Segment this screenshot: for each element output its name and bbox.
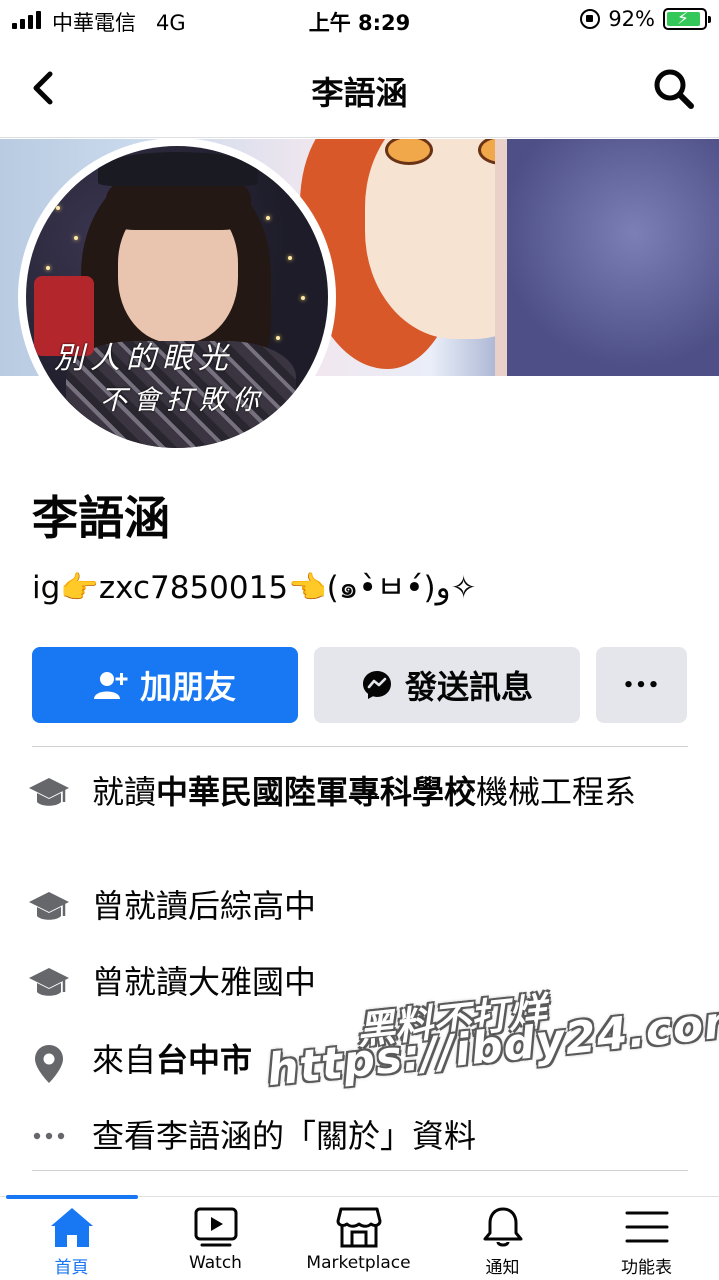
- active-tab-indicator: [6, 1195, 138, 1199]
- avatar-caption: 別人的眼光 不會打敗你: [54, 338, 265, 422]
- location-pin-icon: [28, 1038, 78, 1088]
- cover-panel-divider: [495, 139, 507, 376]
- avatar-light-dot: [276, 336, 280, 340]
- avatar-light-dot: [56, 206, 60, 210]
- tab-menu-label: 功能表: [621, 1258, 672, 1278]
- top-nav-bar: 李語涵: [0, 40, 719, 138]
- more-options-button[interactable]: •••: [596, 647, 687, 723]
- bottom-tab-bar: 首頁 Watch Marketplace 通知 功能表: [0, 1195, 719, 1280]
- add-friend-label: 加朋友: [139, 668, 236, 706]
- search-button[interactable]: [651, 66, 697, 112]
- about-link-text[interactable]: 查看李語涵的「關於」資料: [92, 1114, 476, 1158]
- tab-notifications-label: 通知: [485, 1258, 520, 1278]
- hometown-prefix: 來自: [92, 1041, 157, 1079]
- avatar-light-dot: [266, 216, 270, 220]
- tab-home[interactable]: 首頁: [0, 1205, 143, 1280]
- education-prefix: 就讀: [92, 773, 157, 811]
- charging-icon: ⚡: [677, 9, 689, 29]
- add-friend-icon: [93, 672, 128, 699]
- send-message-label: 發送訊息: [404, 668, 533, 706]
- avatar-cap: [98, 152, 258, 186]
- tab-marketplace[interactable]: Marketplace: [287, 1205, 430, 1280]
- battery-icon: ⚡: [663, 8, 711, 30]
- avatar-caption-line1: 別人的眼光: [54, 341, 234, 376]
- battery-area: 92% ⚡: [580, 7, 711, 31]
- graduation-cap-icon: [28, 960, 78, 1004]
- rotation-lock-icon: [580, 9, 601, 29]
- about-link-row[interactable]: 查看李語涵的「關於」資料: [28, 1114, 698, 1158]
- info-row-past-school-2: 曾就讀大雅國中: [28, 960, 698, 1004]
- more-dots-icon: [28, 1114, 78, 1158]
- status-bar: 中華電信 4G 上午 8:29 92% ⚡: [0, 0, 719, 40]
- tab-notifications[interactable]: 通知: [431, 1205, 574, 1280]
- avatar-light-dot: [46, 266, 50, 270]
- profile-bio: ig👉zxc7850015👈(๑•̀ㅂ•́)و✧: [32, 570, 477, 606]
- avatar-caption-line2: 不會打敗你: [100, 385, 265, 416]
- avatar-photo: 別人的眼光 不會打敗你: [26, 146, 328, 448]
- education-school[interactable]: 中華民國陸軍專科學校: [156, 773, 476, 811]
- info-row-past-school-1: 曾就讀后綜高中: [28, 884, 698, 928]
- messenger-icon: [362, 671, 391, 699]
- education-suffix: 機械工程系: [476, 773, 637, 811]
- marketplace-icon: [336, 1207, 381, 1248]
- past-school-1-text: 曾就讀后綜高中: [92, 887, 317, 925]
- add-friend-button[interactable]: 加朋友: [32, 647, 298, 723]
- home-icon: [50, 1208, 93, 1247]
- avatar-light-dot: [74, 236, 78, 240]
- profile-avatar[interactable]: 別人的眼光 不會打敗你: [18, 138, 336, 456]
- hometown-text: 來自台中市: [92, 1038, 252, 1088]
- tab-menu[interactable]: 功能表: [575, 1205, 718, 1280]
- cover-night-sky: [507, 139, 719, 376]
- info-row-education: 就讀中華民國陸軍專科學校機械工程系: [28, 770, 698, 814]
- page-title: 李語涵: [311, 74, 408, 112]
- past-school-2-text: 曾就讀大雅國中: [92, 963, 317, 1001]
- search-icon: [654, 69, 694, 109]
- avatar-light-dot: [288, 256, 292, 260]
- profile-name: 李語涵: [32, 491, 170, 545]
- tab-watch[interactable]: Watch: [144, 1205, 287, 1280]
- more-options-icon: •••: [622, 674, 661, 696]
- tab-watch-label: Watch: [189, 1253, 242, 1273]
- divider: [32, 746, 688, 747]
- avatar-light-dot: [301, 296, 305, 300]
- tab-marketplace-label: Marketplace: [306, 1253, 411, 1273]
- graduation-cap-icon: [28, 884, 78, 928]
- info-row-hometown: 來自台中市: [28, 1038, 698, 1088]
- send-message-button[interactable]: 發送訊息: [314, 647, 580, 723]
- battery-percent: 92%: [608, 7, 655, 31]
- watch-icon: [194, 1207, 237, 1247]
- hometown-city[interactable]: 台中市: [156, 1041, 252, 1079]
- menu-icon: [625, 1211, 668, 1243]
- graduation-cap-icon: [28, 770, 78, 814]
- tab-home-label: 首頁: [54, 1258, 89, 1278]
- bell-icon: [483, 1207, 522, 1247]
- education-text: 就讀中華民國陸軍專科學校機械工程系: [92, 770, 636, 814]
- divider: [32, 1170, 688, 1171]
